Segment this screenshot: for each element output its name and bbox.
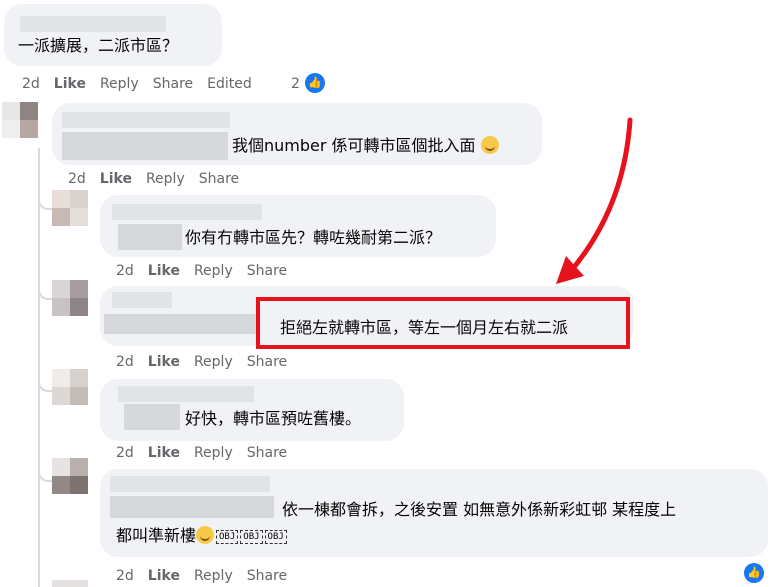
edited-label: Edited bbox=[207, 76, 252, 92]
reply-button[interactable]: Reply bbox=[100, 75, 139, 93]
comment-text-6-line1: 依一棟都會拆，之後安置 如無意外係新彩虹邨 某程度上 bbox=[282, 500, 677, 519]
avatar bbox=[52, 580, 88, 587]
blurred-author-name bbox=[112, 292, 172, 308]
highlight-box bbox=[256, 297, 630, 349]
timestamp[interactable]: 2d bbox=[116, 353, 134, 371]
obj-tag: OBJ bbox=[264, 530, 287, 544]
like-button[interactable]: Like bbox=[148, 567, 180, 585]
like-thumb-icon: 👍 bbox=[744, 563, 764, 583]
avatar bbox=[52, 458, 88, 494]
reply-button[interactable]: Reply bbox=[194, 444, 233, 462]
avatar bbox=[52, 369, 88, 405]
like-button[interactable]: Like bbox=[100, 170, 132, 188]
timestamp[interactable]: 2d bbox=[68, 170, 86, 188]
comment-actions-2: 2d Like Reply Share bbox=[68, 170, 253, 188]
avatar bbox=[2, 102, 38, 138]
blurred-text bbox=[104, 314, 260, 334]
reply-button[interactable]: Reply bbox=[194, 567, 233, 585]
share-button[interactable]: Share bbox=[247, 353, 287, 371]
blurred-text bbox=[110, 496, 274, 518]
like-thumb-icon: 👍 bbox=[305, 73, 325, 93]
emoji-icon bbox=[480, 136, 499, 154]
blurred-author-name bbox=[118, 386, 254, 402]
comment-text-2-body: 我個number 係可轉市區個批入面 bbox=[232, 136, 476, 155]
comment-text-3: 你有冇轉市區先？轉咗幾耐第二派？ bbox=[185, 228, 442, 247]
share-button[interactable]: Share bbox=[199, 170, 239, 188]
obj-tag: OBJ bbox=[216, 530, 239, 544]
thread-line bbox=[38, 148, 40, 587]
comment-text-6-line2-body: 都叫準新樓 bbox=[116, 526, 197, 545]
obj-tag: OBJ bbox=[240, 530, 263, 544]
comment-actions-3: 2d Like Reply Share bbox=[116, 262, 301, 280]
like-button[interactable]: Like bbox=[54, 75, 86, 93]
timestamp[interactable]: 2d bbox=[116, 262, 134, 280]
reply-button[interactable]: Reply bbox=[194, 353, 233, 371]
timestamp[interactable]: 2d bbox=[22, 75, 40, 93]
avatar bbox=[52, 280, 88, 316]
blurred-text bbox=[62, 132, 228, 160]
comment-text-2: 我個number 係可轉市區個批入面 bbox=[232, 136, 499, 156]
comment-bubble-1 bbox=[4, 4, 222, 66]
like-button[interactable]: Like bbox=[148, 353, 180, 371]
blurred-text bbox=[124, 404, 180, 430]
timestamp[interactable]: 2d bbox=[116, 567, 134, 585]
comment-actions-4: 2d Like Reply Share bbox=[116, 353, 301, 371]
share-button[interactable]: Share bbox=[247, 262, 287, 280]
like-button[interactable]: Like bbox=[148, 262, 180, 280]
share-button[interactable]: Share bbox=[153, 75, 193, 93]
reaction-count[interactable]: 2 bbox=[291, 75, 300, 93]
comment-text-6-line2: 都叫準新樓 OBJ OBJ OBJ bbox=[116, 526, 287, 546]
reply-button[interactable]: Reply bbox=[146, 170, 185, 188]
annotation-arrow bbox=[556, 117, 633, 284]
like-button[interactable]: Like bbox=[148, 444, 180, 462]
blurred-text bbox=[118, 224, 182, 250]
comment-actions-1: 2d Like Reply Share Edited bbox=[22, 75, 266, 93]
blurred-author-name bbox=[112, 204, 262, 220]
comment-actions-6: 2d Like Reply Share bbox=[116, 567, 301, 585]
comment-text-1: 一派擴展，二派市區？ bbox=[18, 36, 179, 55]
share-button[interactable]: Share bbox=[247, 567, 287, 585]
blurred-author-name bbox=[20, 16, 166, 32]
comment-text-5: 好快，轉市區預咗舊樓。 bbox=[185, 409, 362, 428]
comment-actions-5: 2d Like Reply Share bbox=[116, 444, 301, 462]
timestamp[interactable]: 2d bbox=[116, 444, 134, 462]
blurred-author-name bbox=[110, 476, 270, 492]
emoji-icon bbox=[196, 526, 215, 544]
blurred-author-name bbox=[62, 112, 230, 128]
share-button[interactable]: Share bbox=[247, 444, 287, 462]
reply-button[interactable]: Reply bbox=[194, 262, 233, 280]
avatar bbox=[52, 190, 88, 226]
